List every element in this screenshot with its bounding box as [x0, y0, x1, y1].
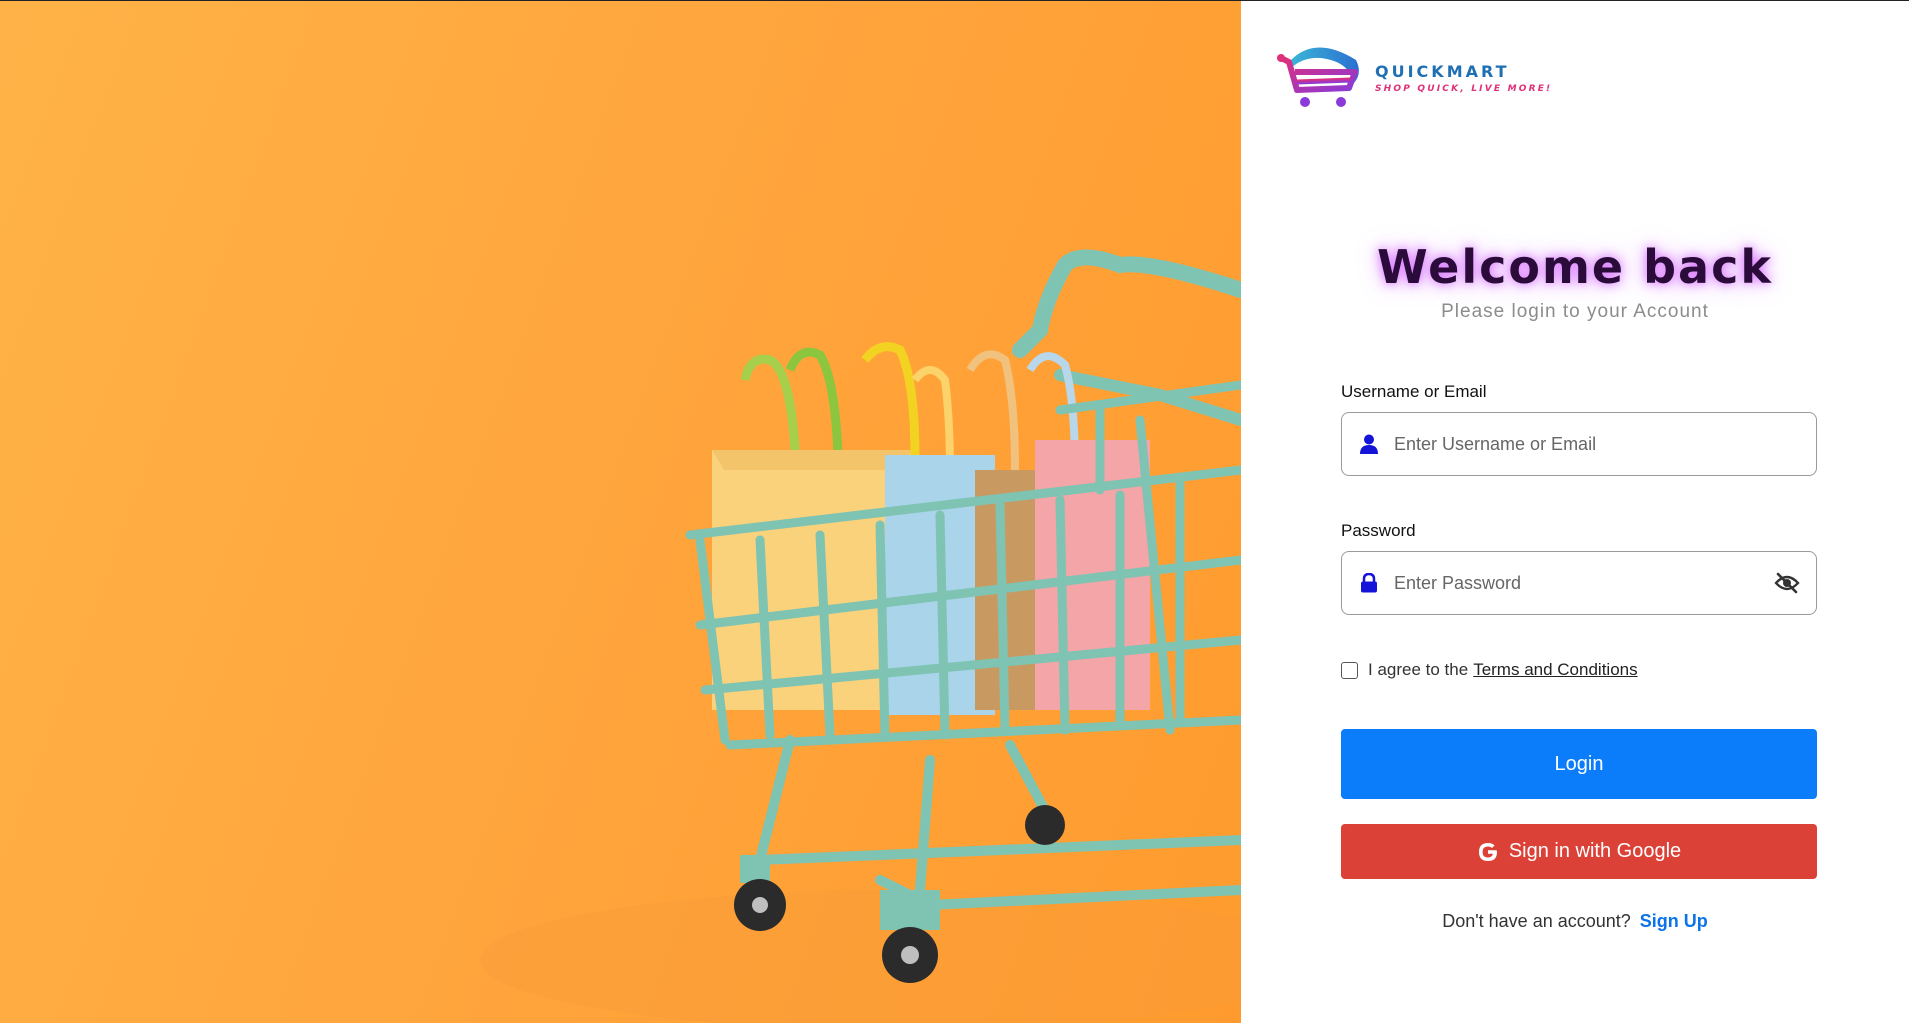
username-field[interactable] — [1341, 412, 1817, 476]
signup-prompt: Don't have an account? Sign Up — [1241, 911, 1909, 932]
agree-text: I agree to the — [1368, 660, 1469, 679]
hero-image — [0, 0, 1241, 1023]
cart-logo-icon — [1277, 47, 1359, 107]
google-icon — [1477, 841, 1499, 863]
signup-text: Don't have an account? — [1442, 911, 1631, 931]
brand-tagline: SHOP QUICK, LIVE MORE! — [1375, 83, 1553, 94]
user-icon — [1358, 433, 1380, 455]
shopping-cart-illustration — [480, 249, 1241, 1023]
terms-link[interactable]: Terms and Conditions — [1473, 660, 1637, 680]
page-title: Welcome back — [1377, 240, 1773, 294]
terms-agreement: I agree to the Terms and Conditions — [1341, 660, 1638, 680]
username-input[interactable] — [1394, 433, 1800, 455]
username-label: Username or Email — [1341, 382, 1487, 401]
password-field[interactable] — [1341, 551, 1817, 615]
login-button[interactable]: Login — [1341, 729, 1817, 799]
lock-icon — [1358, 572, 1380, 594]
password-label: Password — [1341, 521, 1416, 540]
google-signin-button[interactable]: Sign in with Google — [1341, 824, 1817, 879]
eye-slash-icon[interactable] — [1774, 570, 1800, 596]
google-button-label: Sign in with Google — [1508, 840, 1682, 862]
agree-checkbox[interactable] — [1341, 661, 1358, 679]
brand-logo[interactable]: QUICKMART SHOP QUICK, LIVE MORE! — [1271, 40, 1552, 115]
password-input[interactable] — [1394, 572, 1774, 594]
signup-link[interactable]: Sign Up — [1640, 911, 1708, 931]
page-subtitle: Please login to your Account — [1441, 301, 1709, 322]
login-panel: QUICKMART SHOP QUICK, LIVE MORE! Welcome… — [1241, 0, 1909, 1023]
top-border — [0, 0, 1909, 1]
brand-name: QUICKMART — [1375, 61, 1510, 81]
